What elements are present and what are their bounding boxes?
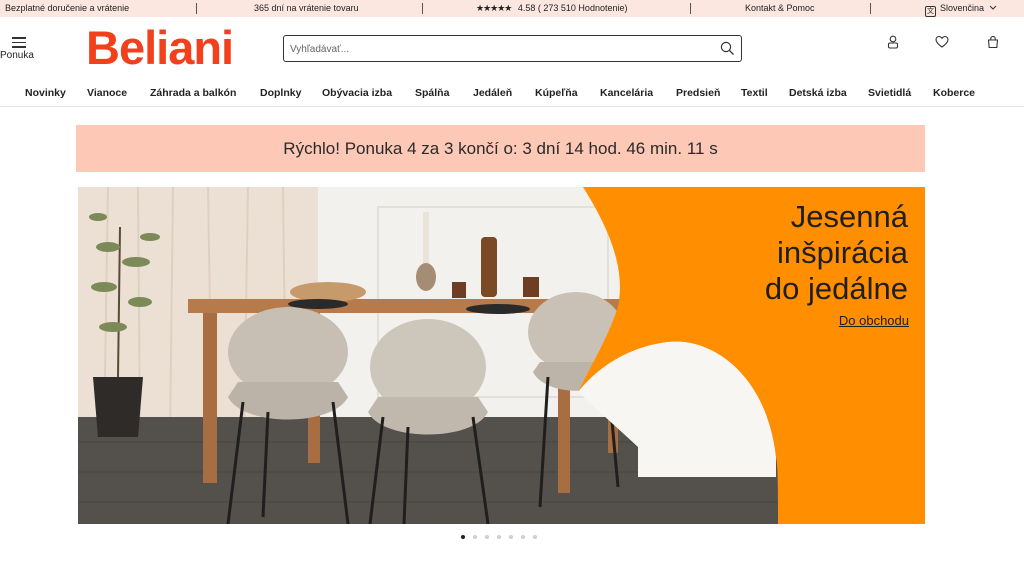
- hero-heading-line: inšpirácia: [777, 235, 908, 270]
- nav-item-jedalen[interactable]: Jedáleň: [473, 79, 512, 107]
- nav-item-svietidla[interactable]: Svietidlá: [868, 79, 911, 107]
- rating-count: ( 273 510 Hodnotenie): [537, 3, 628, 13]
- search-icon[interactable]: [720, 41, 735, 56]
- shop-now-link[interactable]: Do obchodu: [839, 313, 909, 328]
- site-header: Ponuka Beliani: [0, 17, 1024, 79]
- user-icon[interactable]: [886, 35, 900, 49]
- contact-link[interactable]: Kontakt & Pomoc: [745, 0, 815, 17]
- carousel-dot[interactable]: [461, 535, 465, 539]
- divider: [422, 3, 423, 14]
- search-input[interactable]: [290, 40, 710, 58]
- hero-heading-line: do jedálne: [764, 271, 908, 306]
- free-shipping-text: Bezplatné doručenie a vrátenie: [5, 3, 130, 13]
- carousel-dot[interactable]: [521, 535, 525, 539]
- info-bar: Bezplatné doručenie a vrátenie 365 dní n…: [0, 0, 1024, 17]
- divider: [870, 3, 871, 14]
- rating-value: 4.58: [517, 3, 536, 13]
- nav-item-kupelna[interactable]: Kúpeľňa: [535, 79, 578, 107]
- svg-text:Beliani: Beliani: [86, 22, 233, 72]
- nav-item-textil[interactable]: Textil: [741, 79, 768, 107]
- carousel-dot[interactable]: [533, 535, 537, 539]
- search-box: [283, 35, 742, 62]
- chevron-down-icon: [989, 5, 996, 10]
- nav-item-detska-izba[interactable]: Detská izba: [789, 79, 847, 107]
- nav-item-doplnky[interactable]: Doplnky: [260, 79, 301, 107]
- divider: [690, 3, 691, 14]
- category-nav: Novinky Vianoce Záhrada a balkón Doplnky…: [0, 79, 1024, 107]
- promo-banner[interactable]: Rýchlo! Ponuka 4 za 3 končí o: 3 dní 14 …: [76, 125, 925, 172]
- rating-summary[interactable]: ★★★★★ 4.58 ( 273 510 Hodnotenie): [476, 0, 627, 17]
- language-selector[interactable]: 文 Slovenčina: [925, 0, 997, 17]
- carousel-dot[interactable]: [509, 535, 513, 539]
- hero-heading-line: Jesenná: [790, 199, 908, 234]
- promo-countdown: Rýchlo! Ponuka 4 za 3 končí o: 3 dní 14 …: [283, 139, 718, 158]
- carousel-dot[interactable]: [485, 535, 489, 539]
- returns-text: 365 dní na vrátenie tovaru: [254, 3, 359, 13]
- nav-item-koberce[interactable]: Koberce: [933, 79, 975, 107]
- nav-item-spalna[interactable]: Spálňa: [415, 79, 449, 107]
- hero-heading: Jesenná inšpirácia do jedálne: [648, 199, 908, 307]
- rating-stars-icon: ★★★★★: [476, 3, 512, 13]
- menu-icon: [12, 37, 26, 48]
- nav-item-zahrada[interactable]: Záhrada a balkón: [150, 79, 236, 107]
- cart-icon[interactable]: [986, 35, 1000, 49]
- language-icon: 文: [925, 6, 936, 17]
- hero-banner[interactable]: Jesenná inšpirácia do jedálne Do obchodu: [78, 187, 925, 524]
- menu-button[interactable]: Ponuka: [0, 35, 40, 65]
- divider: [196, 3, 197, 14]
- beliani-logo[interactable]: Beliani: [86, 22, 244, 72]
- carousel-dot[interactable]: [473, 535, 477, 539]
- nav-item-predsien[interactable]: Predsieň: [676, 79, 720, 107]
- heart-icon[interactable]: [935, 35, 949, 49]
- nav-item-obyvacia-izba[interactable]: Obývacia izba: [322, 79, 392, 107]
- nav-item-novinky[interactable]: Novinky: [25, 79, 66, 107]
- menu-label: Ponuka: [0, 50, 34, 61]
- carousel-dot[interactable]: [497, 535, 501, 539]
- nav-item-vianoce[interactable]: Vianoce: [87, 79, 127, 107]
- nav-item-kancelaria[interactable]: Kancelária: [600, 79, 653, 107]
- language-label: Slovenčina: [940, 3, 985, 13]
